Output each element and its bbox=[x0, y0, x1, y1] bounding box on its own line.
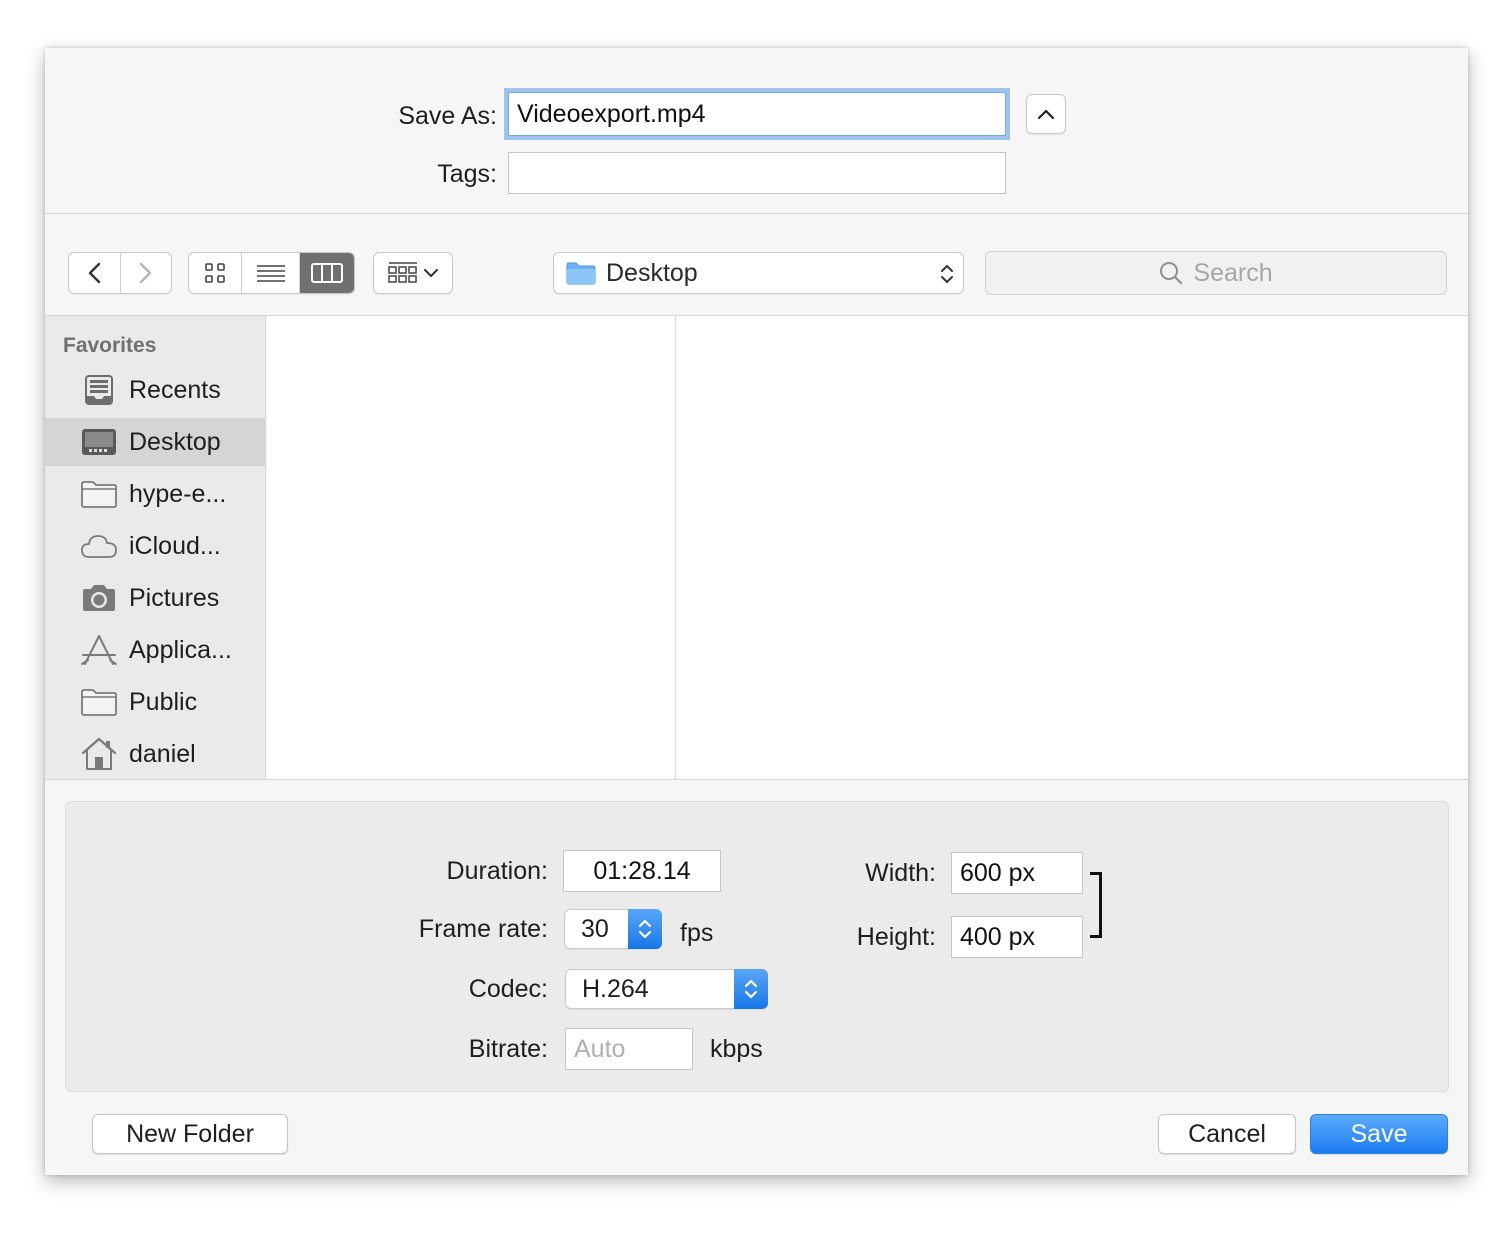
sidebar-item-desktop[interactable]: Desktop bbox=[45, 418, 265, 466]
up-down-chevron-icon bbox=[638, 919, 652, 939]
home-icon bbox=[79, 734, 119, 774]
sidebar-item-label: Applica... bbox=[129, 635, 232, 664]
cancel-button[interactable]: Cancel bbox=[1158, 1114, 1296, 1154]
height-value: 400 px bbox=[960, 923, 1036, 951]
sidebar-item-pictures[interactable]: Pictures bbox=[45, 574, 265, 622]
sidebar-item-label: daniel bbox=[129, 739, 196, 768]
duration-label: Duration: bbox=[446, 857, 548, 885]
search-placeholder: Search bbox=[1193, 258, 1273, 287]
desktop-icon bbox=[79, 422, 119, 462]
folder-icon bbox=[79, 474, 119, 514]
expand-collapse-button[interactable] bbox=[1026, 94, 1066, 134]
codec-popup-arrows[interactable] bbox=[734, 969, 768, 1009]
sidebar-item-recents[interactable]: Recents bbox=[45, 366, 265, 414]
frame-rate-stepper[interactable]: 30 bbox=[564, 909, 662, 949]
list-icon bbox=[256, 265, 285, 282]
bitrate-placeholder: Auto bbox=[574, 1035, 626, 1063]
columns-icon bbox=[310, 263, 343, 283]
width-label: Width: bbox=[865, 859, 936, 887]
back-button[interactable] bbox=[69, 253, 120, 293]
duration-value: 01:28.14 bbox=[593, 857, 691, 885]
chevron-down-icon bbox=[424, 268, 438, 277]
frame-rate-value: 30 bbox=[581, 914, 609, 943]
back-forward-control bbox=[68, 252, 172, 294]
list-view-button[interactable] bbox=[241, 253, 298, 293]
frame-rate-arrows[interactable] bbox=[628, 909, 662, 949]
aspect-ratio-lock[interactable] bbox=[1090, 872, 1102, 938]
favorites-heading: Favorites bbox=[63, 334, 157, 357]
width-field[interactable]: 600 px bbox=[951, 852, 1083, 894]
up-down-chevron-icon bbox=[744, 979, 758, 999]
frame-rate-label: Frame rate: bbox=[418, 915, 548, 943]
save-as-input[interactable]: Videoexport.mp4 bbox=[508, 92, 1006, 136]
location-label: Desktop bbox=[606, 258, 698, 287]
browser-column-1[interactable] bbox=[267, 316, 676, 779]
tags-input[interactable] bbox=[508, 152, 1006, 194]
bitrate-label: Bitrate: bbox=[468, 1035, 548, 1063]
column-view-button[interactable] bbox=[298, 253, 354, 293]
save-dialog: Save As: Videoexport.mp4 Tags: Desktop S… bbox=[45, 48, 1468, 1175]
sidebar-item-icloud[interactable]: iCloud... bbox=[45, 522, 265, 570]
duration-field[interactable]: 01:28.14 bbox=[563, 850, 721, 892]
fps-unit-label: fps bbox=[680, 919, 714, 947]
save-as-input-value: Videoexport.mp4 bbox=[517, 100, 706, 128]
export-options-panel: Duration: 01:28.14 Frame rate: 30 fps Co… bbox=[65, 801, 1449, 1092]
kbps-unit-label: kbps bbox=[710, 1035, 763, 1063]
bitrate-field[interactable]: Auto bbox=[565, 1028, 693, 1070]
search-field[interactable]: Search bbox=[985, 251, 1447, 295]
location-popup[interactable]: Desktop bbox=[553, 252, 964, 294]
browser-column-2[interactable] bbox=[677, 316, 1468, 779]
sidebar-item-label: Desktop bbox=[129, 427, 221, 456]
sidebar-item-label: Public bbox=[129, 687, 198, 716]
folder-icon bbox=[566, 262, 596, 285]
recents-icon bbox=[79, 370, 119, 410]
tags-label: Tags: bbox=[437, 160, 497, 188]
applications-icon bbox=[79, 630, 119, 670]
chevron-left-icon bbox=[89, 262, 101, 284]
header-divider bbox=[45, 213, 1468, 214]
view-mode-control bbox=[188, 252, 355, 294]
sidebar-item-label: hype-e... bbox=[129, 479, 227, 508]
chevron-up-icon bbox=[1038, 109, 1054, 119]
sidebar-item-home[interactable]: daniel bbox=[45, 730, 265, 778]
height-label: Height: bbox=[856, 923, 936, 951]
codec-value: H.264 bbox=[582, 974, 649, 1003]
arrange-grid-icon bbox=[388, 262, 417, 283]
cancel-label: Cancel bbox=[1188, 1119, 1266, 1148]
arrange-button[interactable] bbox=[373, 252, 453, 294]
browser-divider bbox=[45, 779, 1468, 780]
width-value: 600 px bbox=[960, 859, 1036, 887]
icon-view-button[interactable] bbox=[189, 253, 241, 293]
chevron-right-icon bbox=[139, 262, 152, 284]
sidebar-item-label: Pictures bbox=[129, 583, 220, 612]
forward-button[interactable] bbox=[119, 253, 171, 293]
sidebar-item-label: Recents bbox=[129, 375, 221, 404]
save-button[interactable]: Save bbox=[1310, 1114, 1448, 1154]
save-as-label: Save As: bbox=[398, 102, 497, 130]
cloud-icon bbox=[79, 526, 119, 566]
height-field[interactable]: 400 px bbox=[951, 916, 1083, 958]
sidebar-item-public[interactable]: Public bbox=[45, 678, 265, 726]
folder-icon bbox=[79, 682, 119, 722]
codec-popup[interactable]: H.264 bbox=[565, 969, 768, 1009]
sidebar-item-hype-export[interactable]: hype-e... bbox=[45, 470, 265, 518]
new-folder-label: New Folder bbox=[126, 1119, 254, 1148]
grid-icon bbox=[205, 263, 225, 283]
search-icon bbox=[1160, 262, 1183, 285]
camera-icon bbox=[79, 578, 119, 618]
sidebar-item-applications[interactable]: Applica... bbox=[45, 626, 265, 674]
up-down-chevron-icon bbox=[941, 265, 953, 283]
new-folder-button[interactable]: New Folder bbox=[92, 1114, 288, 1154]
sidebar: Favorites Recents Desktop hype-e... iClo… bbox=[45, 316, 266, 779]
codec-label: Codec: bbox=[468, 975, 548, 1003]
sidebar-item-label: iCloud... bbox=[129, 531, 221, 560]
save-label: Save bbox=[1350, 1119, 1408, 1148]
